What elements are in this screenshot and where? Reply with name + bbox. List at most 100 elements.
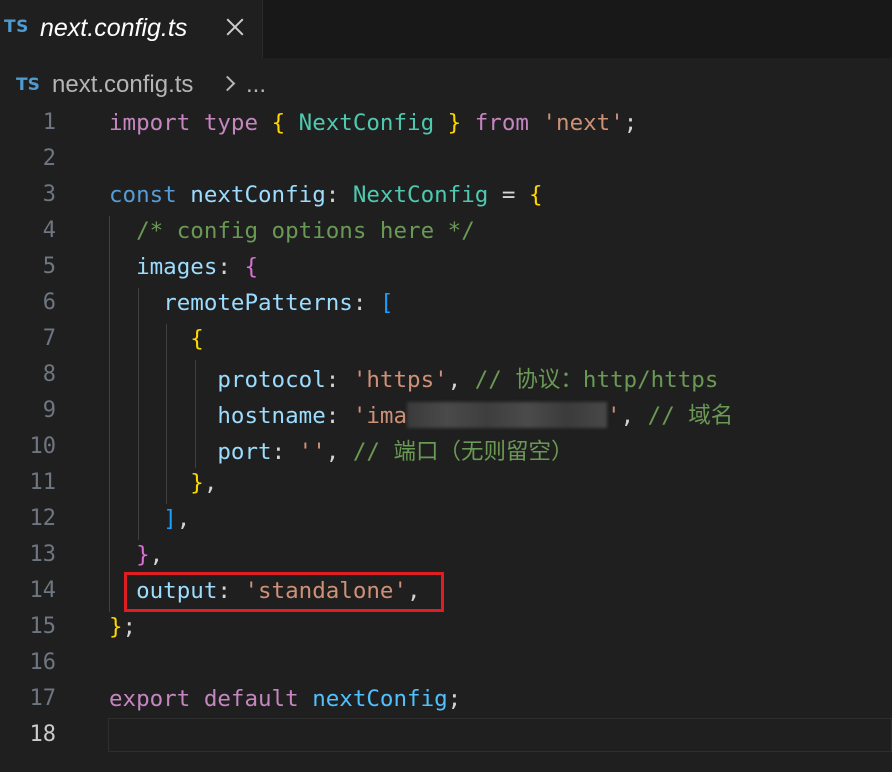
code-text: }; (109, 614, 136, 640)
punct-token: : (325, 367, 340, 393)
code-text: }, (109, 542, 163, 568)
string-token: 'https' (352, 367, 448, 393)
line-number: 14 (29, 578, 57, 603)
type-token: NextConfig (298, 110, 435, 136)
line-number: 8 (42, 362, 56, 387)
property-token: hostname (217, 403, 326, 429)
punct-token: : (352, 290, 367, 316)
comment-token: // 端口（无则留空） (352, 439, 574, 465)
code-line: 11 }, (0, 466, 892, 502)
code-text: }, (109, 470, 217, 496)
keyword-token: type (203, 110, 259, 136)
punct-token: , (176, 506, 191, 532)
line-number: 13 (29, 542, 57, 567)
code-line: 10 port: '', // 端口（无则留空） (0, 430, 892, 466)
indent-guide (109, 216, 110, 612)
code-text: const nextConfig: NextConfig = { (109, 182, 543, 208)
variable-token: nextConfig (312, 686, 448, 712)
string-token: '' (298, 439, 326, 465)
editor-window: TS next.config.ts TS next.config.ts ... … (0, 0, 892, 772)
punct-token: , (325, 439, 340, 465)
line-number: 17 (29, 686, 57, 711)
comment-token: // 协议：http/https (474, 367, 719, 393)
line-number: 18 (29, 722, 57, 747)
line-number: 2 (42, 146, 56, 171)
string-token: ' (607, 403, 621, 429)
brace-token: } (447, 110, 462, 136)
comment-token: /* config options here */ (136, 218, 475, 244)
breadcrumb: TS next.config.ts ... (0, 58, 892, 110)
code-line: 1 import type { NextConfig } from 'next'… (0, 106, 892, 142)
indent-guide (138, 288, 139, 540)
keyword-token: from (474, 110, 529, 136)
code-line: 13 }, (0, 538, 892, 574)
code-text: ], (109, 506, 190, 532)
tab-bar: TS next.config.ts (0, 0, 892, 59)
tab-next-config[interactable]: TS next.config.ts (0, 0, 263, 58)
line-number: 5 (42, 254, 56, 279)
punct-token: , (447, 367, 462, 393)
property-token: remotePatterns (163, 290, 353, 316)
punct-token: , (620, 403, 635, 429)
code-line: 3 const nextConfig: NextConfig = { (0, 178, 892, 214)
punct-token: : (325, 182, 340, 208)
punct-token: , (203, 470, 218, 496)
typescript-file-icon: TS (4, 17, 29, 37)
brace-token: } (109, 614, 123, 640)
string-token: 'next' (542, 110, 624, 136)
indent-guide (195, 360, 196, 468)
line-number: 1 (42, 110, 56, 135)
code-text: port: '', // 端口（无则留空） (109, 434, 573, 466)
keyword-token: export (109, 686, 191, 712)
code-editor[interactable]: 1 import type { NextConfig } from 'next'… (0, 106, 892, 772)
punct-token: ; (623, 110, 638, 136)
redacted-region (407, 402, 608, 428)
code-text: /* config options here */ (109, 218, 475, 244)
property-token: protocol (217, 367, 326, 393)
property-token: images (136, 254, 218, 280)
tab-title: next.config.ts (40, 14, 188, 42)
comment-token: // 域名 (647, 403, 734, 429)
code-text: remotePatterns: [ (109, 290, 393, 316)
keyword-token: default (203, 686, 299, 712)
line-number: 3 (42, 182, 56, 207)
brace-token: { (271, 110, 286, 136)
code-text: { (109, 326, 204, 352)
code-text: import type { NextConfig } from 'next'; (109, 110, 637, 136)
line-number: 7 (42, 326, 56, 351)
line-number: 6 (42, 290, 56, 315)
type-token: NextConfig (352, 182, 489, 208)
property-token: port (217, 439, 272, 465)
highlight-annotation-box (124, 572, 444, 612)
code-text: protocol: 'https', // 协议：http/https (109, 362, 718, 394)
indent-guide (166, 324, 167, 504)
string-token: 'ima (352, 403, 408, 429)
bracket-token: ] (163, 506, 177, 532)
line-number: 15 (29, 614, 57, 639)
bracket-token: [ (379, 290, 394, 316)
variable-token: nextConfig (190, 182, 326, 208)
code-text: images: { (109, 254, 258, 280)
code-line: 2 (0, 142, 892, 178)
code-line: 4 /* config options here */ (0, 214, 892, 250)
code-line: 6 remotePatterns: [ (0, 286, 892, 322)
current-line-indicator (108, 718, 892, 752)
code-text: hostname: 'ima ', // 域名 (109, 398, 733, 430)
line-number: 10 (29, 434, 57, 459)
code-line: 8 protocol: 'https', // 协议：http/https (0, 358, 892, 394)
brace-token: } (136, 542, 150, 568)
code-line: 7 { (0, 322, 892, 358)
line-number: 4 (42, 218, 56, 243)
brace-token: { (528, 182, 543, 208)
breadcrumb-more[interactable]: ... (246, 71, 266, 99)
code-line: 15 }; (0, 610, 892, 646)
close-icon[interactable] (222, 14, 248, 40)
breadcrumb-file[interactable]: next.config.ts (52, 71, 193, 99)
punct-token: : (217, 254, 231, 280)
code-line: 16 (0, 646, 892, 682)
line-number: 12 (29, 506, 57, 531)
code-line: 5 images: { (0, 250, 892, 286)
brace-token: } (190, 470, 204, 496)
punct-token: : (325, 403, 340, 429)
brace-token: { (244, 254, 259, 280)
